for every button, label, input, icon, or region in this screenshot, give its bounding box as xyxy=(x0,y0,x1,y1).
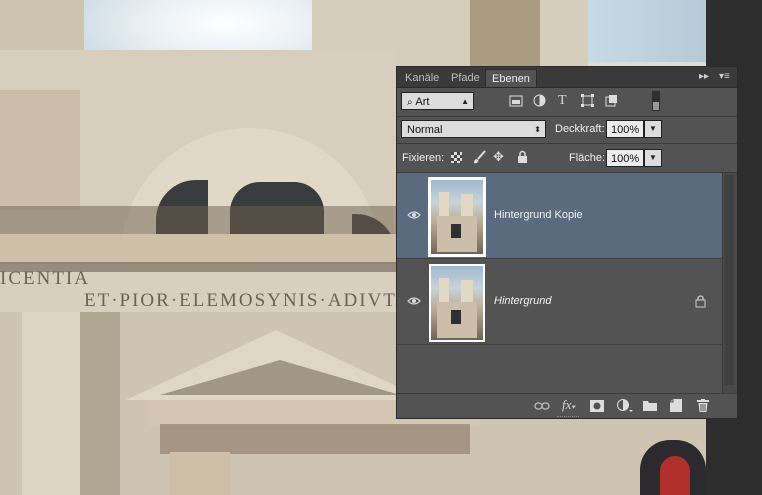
layer-row-hintergrund[interactable]: Hintergrund xyxy=(397,259,722,345)
brush-icon[interactable] xyxy=(472,150,486,164)
lock-label: Fixieren: xyxy=(402,152,445,164)
chevron-updown-icon: ▲ xyxy=(461,97,469,106)
layers-scrollbar[interactable] xyxy=(722,173,737,393)
smart-object-filter-icon[interactable] xyxy=(605,94,618,107)
chevron-down-icon[interactable]: ▼ xyxy=(644,120,662,138)
layers-bottom-toolbar: fx▾ xyxy=(397,393,737,418)
lock-icon xyxy=(695,295,706,308)
chevron-down-icon[interactable]: ▼ xyxy=(644,149,662,167)
coat-of-arms-shield xyxy=(660,456,690,495)
layer-row-hintergrund-kopie[interactable]: Hintergrund Kopie xyxy=(397,173,722,259)
lock-icon[interactable] xyxy=(517,150,528,164)
type-filter-icon[interactable]: T xyxy=(558,94,567,108)
layers-panel: Kanäle Pfade Ebenen ▸▸ ▾≡ ⌕ Art ▲ T Norm… xyxy=(396,66,738,419)
chevron-updown-icon: ⬍ xyxy=(534,125,541,134)
folder-icon[interactable] xyxy=(643,400,657,411)
opacity-input[interactable]: 100% xyxy=(606,120,644,138)
filter-row: ⌕ Art ▲ T xyxy=(397,88,737,117)
image-filter-icon[interactable] xyxy=(509,95,523,107)
inscription-text-left: ICENTIA xyxy=(0,268,90,289)
tab-paths[interactable]: Pfade xyxy=(445,69,486,87)
layer-thumbnail[interactable] xyxy=(428,177,486,257)
opacity-label: Deckkraft: xyxy=(555,123,605,135)
layer-thumbnail[interactable] xyxy=(429,264,485,342)
eye-icon[interactable] xyxy=(407,295,421,307)
fill-label: Fläche: xyxy=(569,152,606,164)
filter-toggle-icon[interactable] xyxy=(652,91,660,111)
layer-name[interactable]: Hintergrund xyxy=(494,295,551,307)
filter-kind-label: Art xyxy=(415,96,430,108)
inscription-text-main: ET·PIOR·ELEMOSYNIS·ADIVTA xyxy=(84,290,412,311)
blend-row: Normal ⬍ Deckkraft: 100% ▼ xyxy=(397,117,737,144)
panel-resize-grip[interactable] xyxy=(557,416,579,419)
lock-row: Fixieren: ✥ Fläche: 100% ▼ xyxy=(397,144,737,173)
scrollbar-thumb[interactable] xyxy=(725,175,734,385)
fx-icon[interactable]: fx▾ xyxy=(562,398,575,414)
fill-input[interactable]: 100% xyxy=(606,149,644,167)
blend-mode-dropdown[interactable]: Normal ⬍ xyxy=(401,120,546,138)
panel-tab-bar: Kanäle Pfade Ebenen ▸▸ ▾≡ xyxy=(397,67,737,88)
filter-kind-dropdown[interactable]: ⌕ Art ▲ xyxy=(401,92,474,110)
adjustment-filter-icon[interactable] xyxy=(533,94,546,107)
move-arrows-icon[interactable]: ✥ xyxy=(493,150,504,164)
trash-icon[interactable] xyxy=(697,399,709,412)
double-arrow-icon[interactable]: ▸▸ xyxy=(699,71,709,82)
eye-icon[interactable] xyxy=(407,209,421,221)
new-layer-icon[interactable] xyxy=(670,399,682,412)
panel-menu-icon[interactable]: ▾≡ xyxy=(719,71,730,82)
tab-layers[interactable]: Ebenen xyxy=(485,69,537,87)
layers-list: Hintergrund Kopie Hintergrund xyxy=(397,173,722,393)
tab-channels[interactable]: Kanäle xyxy=(399,69,445,87)
sky-right xyxy=(588,0,706,62)
blend-mode-value: Normal xyxy=(407,124,443,136)
new-adjustment-icon[interactable] xyxy=(617,399,633,413)
link-icon[interactable] xyxy=(534,401,550,411)
layer-name[interactable]: Hintergrund Kopie xyxy=(494,209,583,221)
mask-icon[interactable] xyxy=(590,400,604,412)
shape-filter-icon[interactable] xyxy=(581,94,594,107)
lock-transparent-pixels-icon[interactable] xyxy=(451,152,462,163)
